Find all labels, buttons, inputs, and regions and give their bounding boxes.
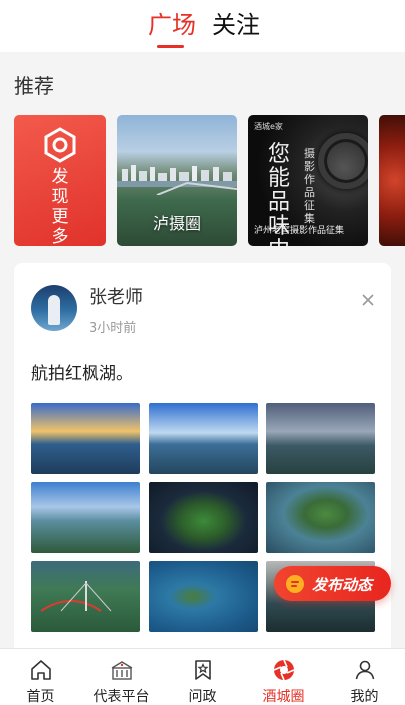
contest-side-text: 摄影作品征集: [304, 147, 315, 225]
discover-more-card[interactable]: 发 现 更 多: [14, 115, 106, 246]
hexagon-icon: [44, 127, 76, 163]
bridge-graphic: [40, 581, 112, 612]
nav-label: 我的: [350, 689, 379, 705]
post-photo[interactable]: [31, 403, 140, 474]
active-tab-indicator: [157, 45, 184, 48]
nav-item-home[interactable]: 首页: [0, 649, 81, 705]
star-bookmark-icon: [195, 660, 211, 680]
avatar-figure: [48, 295, 60, 325]
aperture-icon: [273, 659, 295, 681]
post-photo[interactable]: [31, 482, 140, 553]
nav-label: 酒城圈: [262, 689, 305, 705]
nav-item-inquiry[interactable]: 问政: [162, 649, 243, 705]
city-skyline-graphic: [117, 165, 237, 195]
post-author-name[interactable]: 张老师: [89, 283, 143, 309]
discover-more-label: 发 现 更 多: [51, 167, 69, 246]
bottom-nav: 首页 代表平台 问政 酒城圈 我的: [0, 648, 405, 705]
post-photo[interactable]: [266, 482, 375, 553]
top-tab-bar: 广场 关注: [0, 0, 405, 52]
publish-label: 发布动态: [312, 576, 373, 594]
contest-logo-text: 酒城e家: [254, 122, 283, 131]
camera-lens-graphic: [318, 133, 368, 189]
post-photo[interactable]: [31, 561, 140, 632]
luzhou-card-label: 泸摄圈: [153, 214, 202, 233]
tab-plaza[interactable]: 广场: [148, 10, 196, 40]
contest-caption: 泸州老窖摄影作品征集: [254, 226, 345, 236]
user-icon: [355, 660, 375, 680]
nav-label: 问政: [188, 689, 217, 705]
post-card: 张老师 3小时前 航拍红枫湖。: [14, 263, 391, 663]
post-photo[interactable]: [149, 561, 258, 632]
nav-label: 首页: [26, 689, 55, 705]
nav-item-representative-platform[interactable]: 代表平台: [81, 649, 162, 705]
nav-item-me[interactable]: 我的: [324, 649, 405, 705]
post-timestamp: 3小时前: [89, 321, 137, 336]
post-text: 航拍红枫湖。: [31, 364, 133, 384]
luzhou-photography-card[interactable]: 泸摄圈: [117, 115, 237, 246]
post-photo[interactable]: [149, 482, 258, 553]
post-photo[interactable]: [149, 403, 258, 474]
close-icon[interactable]: [359, 291, 377, 309]
building-icon: [111, 661, 133, 680]
food-card[interactable]: [379, 115, 405, 246]
avatar[interactable]: [31, 285, 77, 331]
recommend-title: 推荐: [14, 74, 54, 98]
nav-label: 代表平台: [93, 689, 150, 705]
publish-icon: [286, 575, 304, 593]
post-photo[interactable]: [266, 403, 375, 474]
photo-contest-card[interactable]: 酒城e家 您能品味中历 摄影作品征集 泸州老窖摄影作品征集: [248, 115, 368, 246]
nav-item-wine-city-circle[interactable]: 酒城圈: [243, 649, 324, 705]
tab-follow[interactable]: 关注: [212, 10, 260, 40]
publish-post-button[interactable]: 发布动态: [274, 566, 391, 601]
home-icon: [31, 660, 51, 680]
recommend-carousel[interactable]: 发 现 更 多 泸摄圈 酒城e家 您能品味中历 摄影作品征集 泸州老窖摄影: [14, 115, 405, 246]
